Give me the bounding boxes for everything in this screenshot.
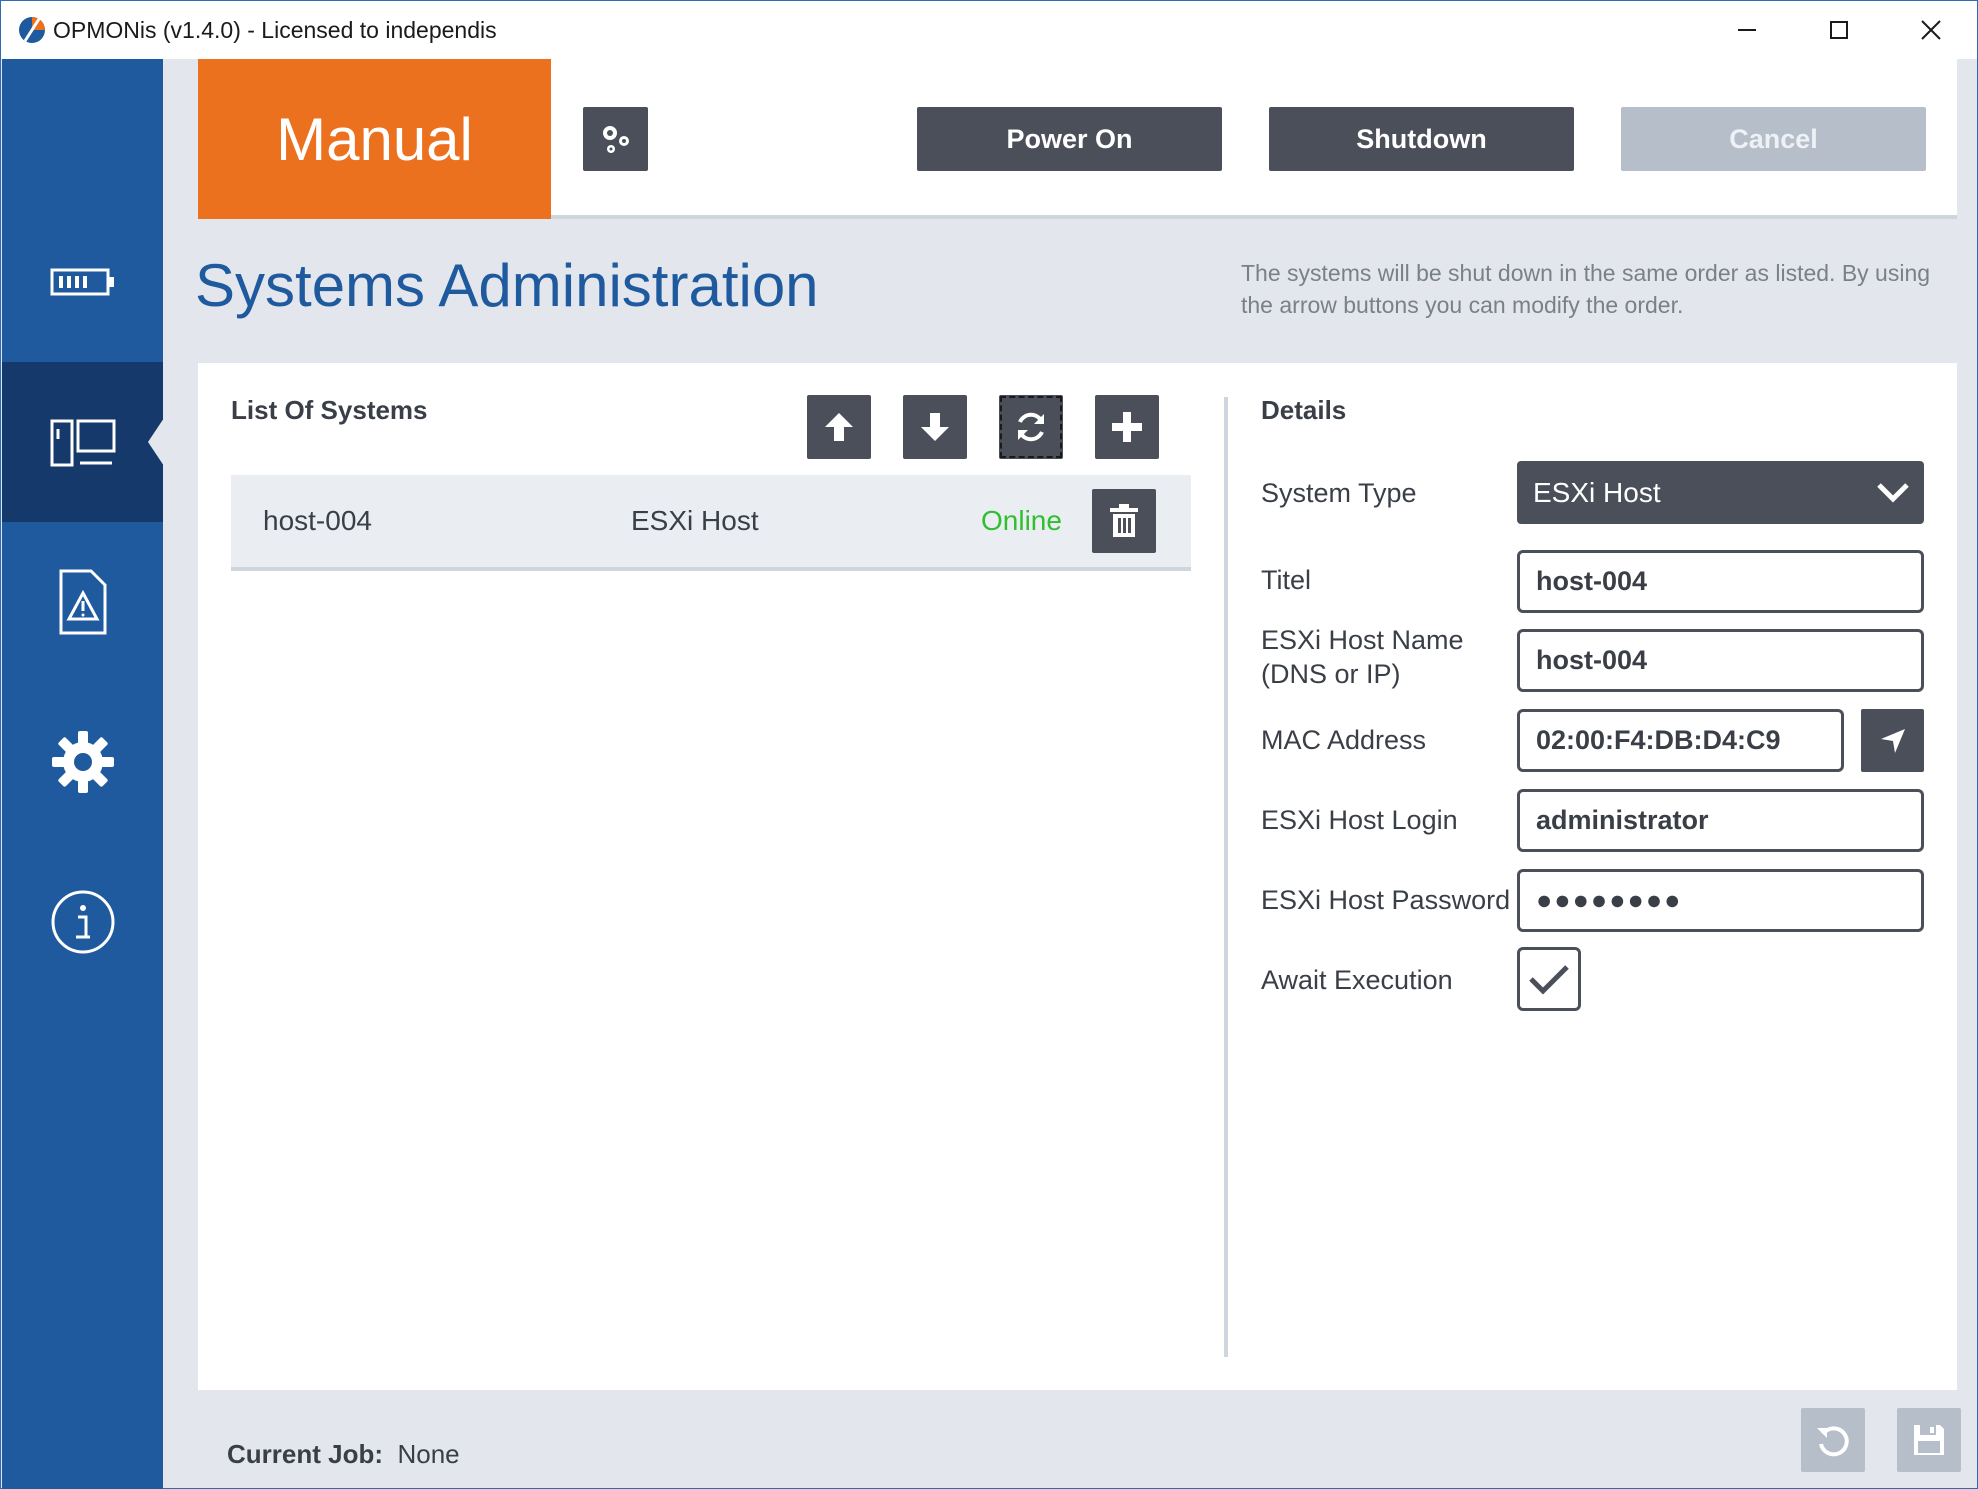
system-type-select[interactable]: ESXi Host [1517,461,1924,524]
floppy-disk-icon [1914,1425,1944,1455]
page-title: Systems Administration [195,252,819,319]
password-label: ESXi Host Password [1261,885,1511,915]
active-indicator [148,418,164,466]
battery-icon [50,268,114,296]
sidebar-item-systems[interactable] [2,362,164,522]
systems-list-title: List Of Systems [231,395,428,425]
minimize-button[interactable] [1701,1,1793,59]
checkmark-icon [1529,965,1569,995]
trash-icon [1110,504,1138,537]
current-job-label: Current Job: [227,1439,383,1469]
hostname-field[interactable] [1517,629,1924,692]
wake-on-lan-button[interactable] [1861,709,1924,772]
top-panel: Manual Power On Shutdown Cancel [198,59,1957,219]
details-title: Details [1261,395,1347,425]
system-type: ESXi Host [631,505,759,536]
mac-address-label: MAC Address [1261,725,1427,755]
sidebar-item-log[interactable] [2,522,163,682]
login-field[interactable] [1517,789,1924,852]
arrow-down-icon [921,413,949,441]
content-panel: List Of Systems host-004 ESXi Host Onlin… [198,363,1957,1390]
password-field[interactable] [1517,869,1924,932]
await-execution-label: Await Execution [1261,965,1453,995]
system-type-value: ESXi Host [1533,476,1661,508]
save-button[interactable] [1897,1408,1961,1472]
await-execution-checkbox[interactable] [1517,947,1581,1011]
revert-button[interactable] [1801,1408,1865,1472]
cancel-button[interactable]: Cancel [1621,107,1926,171]
hostname-label-line2: (DNS or IP) [1261,659,1401,689]
titel-label: Titel [1261,565,1312,595]
warning-document-icon [59,569,106,635]
hostname-label: ESXi Host Name (DNS or IP) [1261,623,1464,691]
sidebar-item-power[interactable] [2,202,163,362]
title-bar: OPMONis (v1.4.0) - Licensed to independi… [1,1,1977,59]
titel-field[interactable] [1517,550,1924,613]
close-icon [1921,20,1941,40]
current-job: Current Job: None [227,1439,460,1470]
gear-icon [51,731,114,793]
undo-icon [1817,1426,1849,1457]
mode-indicator: Manual [198,59,551,219]
info-icon [51,890,114,954]
sidebar-item-info[interactable] [2,842,163,1002]
shutdown-button[interactable]: Shutdown [1269,107,1574,171]
sidebar [2,59,164,1489]
close-button[interactable] [1885,1,1977,59]
system-type-label: System Type [1261,478,1417,508]
location-arrow-icon [1880,728,1905,753]
arrow-up-icon [825,413,853,441]
page-hint: The systems will be shut down in the sam… [1241,260,1931,318]
move-up-button[interactable] [807,395,871,459]
mode-settings-button[interactable] [583,107,648,171]
table-row[interactable]: host-004 ESXi Host Online [231,475,1191,571]
power-on-button[interactable]: Power On [917,107,1222,171]
chevron-down-icon [1877,483,1909,503]
refresh-icon [1018,412,1044,442]
maximize-icon [1830,21,1848,39]
refresh-button[interactable] [999,395,1063,459]
app-logo-icon [19,17,45,43]
systems-icon [50,419,115,467]
sidebar-item-settings[interactable] [2,682,163,842]
current-job-value: None [397,1439,460,1469]
delete-system-button[interactable] [1092,489,1156,553]
system-name: host-004 [263,505,372,536]
app-window: OPMONis (v1.4.0) - Licensed to independi… [0,0,1978,1489]
plus-icon [1112,412,1142,442]
maximize-button[interactable] [1793,1,1885,59]
mac-address-field[interactable] [1517,709,1844,772]
move-down-button[interactable] [903,395,967,459]
hostname-label-line1: ESXi Host Name [1261,625,1464,655]
panel-divider [1224,397,1228,1357]
minimize-icon [1738,29,1756,31]
window-title: OPMONis (v1.4.0) - Licensed to independi… [53,17,497,43]
login-label: ESXi Host Login [1261,805,1458,835]
gears-icon [602,126,629,153]
system-status: Online [981,505,1062,536]
add-system-button[interactable] [1095,395,1159,459]
